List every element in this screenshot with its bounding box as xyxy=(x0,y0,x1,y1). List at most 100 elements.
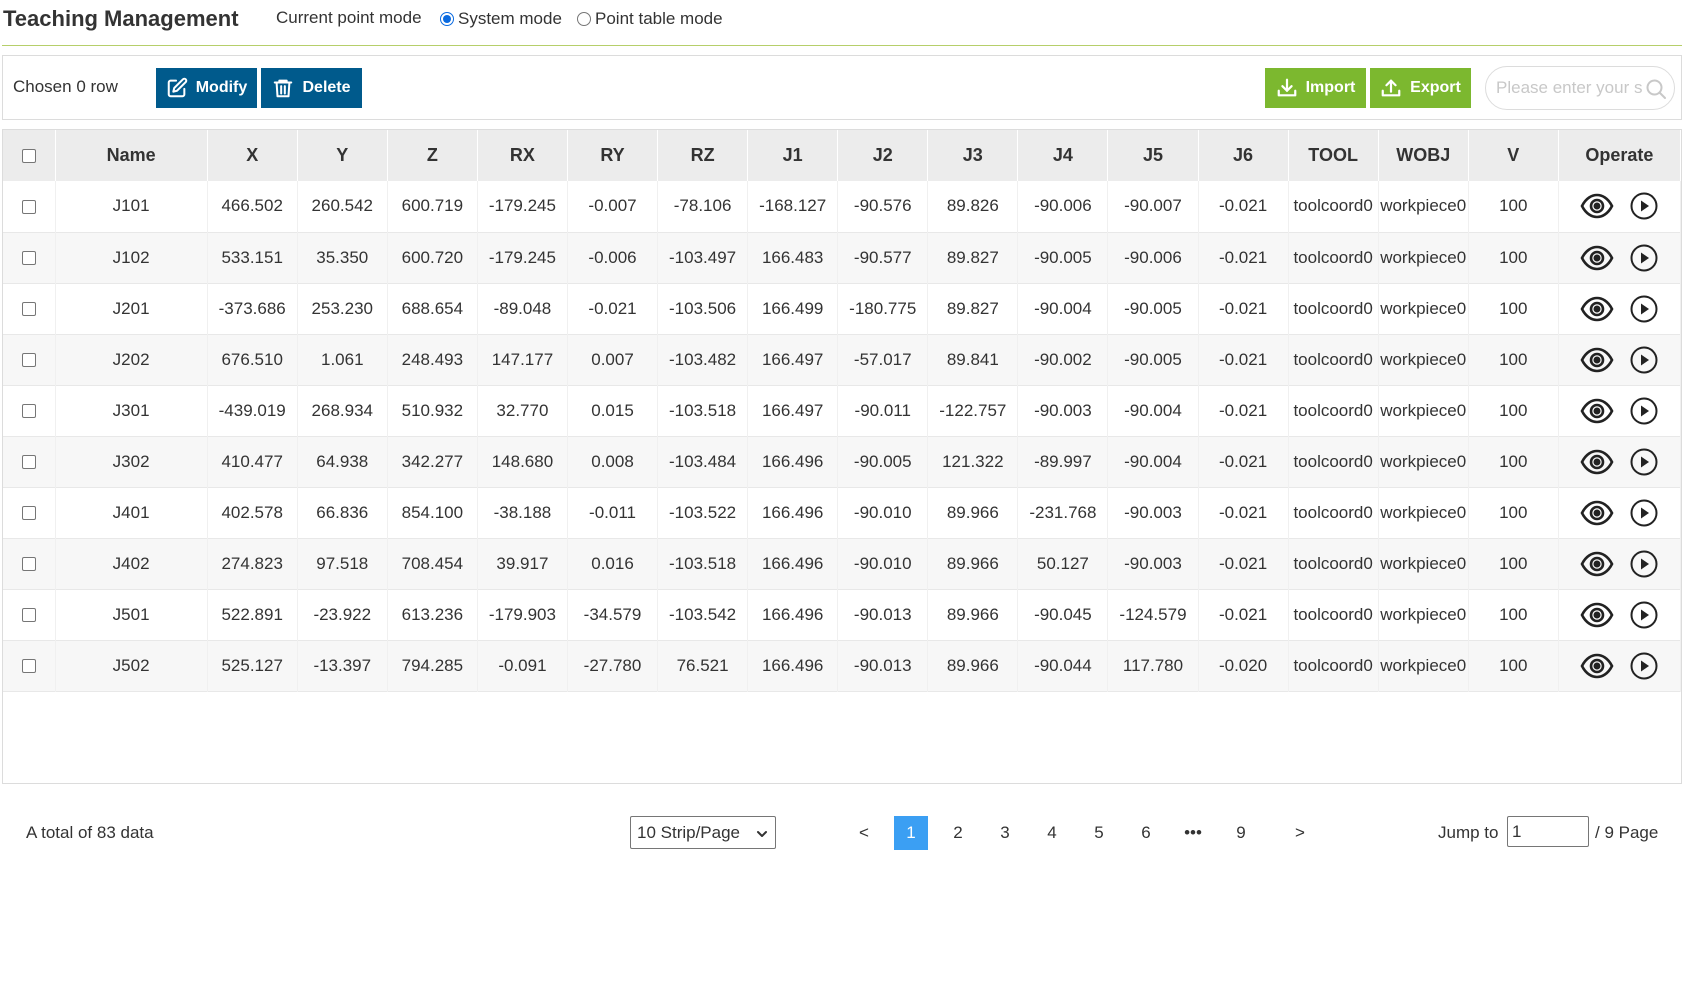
play-icon[interactable] xyxy=(1630,601,1658,629)
cell-z: 600.719 xyxy=(387,181,478,232)
page-button-1[interactable]: 1 xyxy=(894,816,928,850)
play-icon[interactable] xyxy=(1630,550,1658,578)
play-icon[interactable] xyxy=(1630,244,1658,272)
cell-j6: -0.021 xyxy=(1198,181,1289,232)
pagination: A total of 83 data 10 Strip/Page < 12345… xyxy=(0,800,1686,860)
select-all-checkbox[interactable] xyxy=(21,149,36,164)
page-button-6[interactable]: 6 xyxy=(1129,816,1163,850)
cell-x: -439.019 xyxy=(207,385,298,436)
play-icon[interactable] xyxy=(1630,397,1658,425)
play-icon[interactable] xyxy=(1630,652,1658,680)
cell-wobj: workpiece0 xyxy=(1378,181,1469,232)
download-icon xyxy=(1277,78,1296,97)
table-row[interactable]: J102 533.151 35.350 600.720 -179.245 -0.006 -1… xyxy=(3,232,1682,283)
table-row[interactable]: J401 402.578 66.836 854.100 -38.188 -0.011 -10… xyxy=(3,487,1682,538)
column-header-x: X xyxy=(207,130,298,181)
cell-name: J402 xyxy=(55,538,208,589)
chosen-count: Chosen 0 row xyxy=(13,77,118,96)
column-header-operate: Operate xyxy=(1558,130,1682,181)
page-button-2[interactable]: 2 xyxy=(941,816,975,850)
table-row[interactable]: J502 525.127 -13.397 794.285 -0.091 -27.780 76… xyxy=(3,640,1682,691)
modify-button[interactable]: Modify xyxy=(156,68,257,108)
cell-name: J401 xyxy=(55,487,208,538)
column-header-name: Name xyxy=(55,130,208,181)
operate-cell xyxy=(1558,640,1682,691)
cell-j1: 166.497 xyxy=(747,334,839,385)
play-icon[interactable] xyxy=(1630,499,1658,527)
cell-v: 100 xyxy=(1468,385,1559,436)
page-button-4[interactable]: 4 xyxy=(1035,816,1069,850)
row-select-cell xyxy=(3,232,56,283)
radio-unchecked-icon[interactable] xyxy=(577,12,591,26)
cell-j6: -0.021 xyxy=(1198,283,1289,334)
row-checkbox[interactable] xyxy=(21,455,36,470)
eye-icon[interactable] xyxy=(1580,500,1614,526)
table-row[interactable]: J202 676.510 1.061 248.493 147.177 0.007 -103.… xyxy=(3,334,1682,385)
point-table-mode-radio[interactable]: Point table mode xyxy=(577,9,723,29)
table-row[interactable]: J301 -439.019 268.934 510.932 32.770 0.015 -10… xyxy=(3,385,1682,436)
page-button-3[interactable]: 3 xyxy=(988,816,1022,850)
page-button-5[interactable]: 5 xyxy=(1082,816,1116,850)
row-checkbox[interactable] xyxy=(21,251,36,266)
page-ellipsis[interactable]: ••• xyxy=(1176,816,1210,850)
row-checkbox[interactable] xyxy=(21,557,36,572)
next-page-button[interactable]: > xyxy=(1283,816,1317,850)
eye-icon[interactable] xyxy=(1580,602,1614,628)
cell-rz: -103.542 xyxy=(657,589,749,640)
jump-page-input[interactable] xyxy=(1507,816,1589,847)
export-button[interactable]: Export xyxy=(1370,68,1471,108)
play-icon[interactable] xyxy=(1630,448,1658,476)
cell-j5: -90.004 xyxy=(1107,385,1199,436)
cell-rz: -103.497 xyxy=(657,232,749,283)
cell-x: 466.502 xyxy=(207,181,298,232)
import-button[interactable]: Import xyxy=(1265,68,1366,108)
cell-rz: -103.482 xyxy=(657,334,749,385)
eye-icon[interactable] xyxy=(1580,398,1614,424)
eye-icon[interactable] xyxy=(1580,347,1614,373)
page-size-select[interactable]: 10 Strip/Page xyxy=(630,816,776,849)
eye-icon[interactable] xyxy=(1580,193,1614,219)
row-checkbox[interactable] xyxy=(21,353,36,368)
eye-icon[interactable] xyxy=(1580,245,1614,271)
column-header-rz: RZ xyxy=(657,130,749,181)
prev-page-button[interactable]: < xyxy=(847,816,881,850)
table-row[interactable]: J201 -373.686 253.230 688.654 -89.048 -0.021-… xyxy=(3,283,1682,334)
toolbar: Chosen 0 row Modify Delete Import Export… xyxy=(2,55,1682,120)
row-checkbox[interactable] xyxy=(21,404,36,419)
table-row[interactable]: J101 466.502 260.542 600.719 -179.245 -0.007-… xyxy=(3,181,1682,232)
cell-ry: -0.011 xyxy=(567,487,659,538)
play-icon[interactable] xyxy=(1630,295,1658,323)
system-mode-radio[interactable]: System mode xyxy=(440,9,562,29)
play-icon[interactable] xyxy=(1630,346,1658,374)
operate-cell xyxy=(1558,538,1682,589)
operate-cell xyxy=(1558,589,1682,640)
cell-rz: -103.484 xyxy=(657,436,749,487)
cell-rx: 148.680 xyxy=(477,436,568,487)
cell-x: -373.686 xyxy=(207,283,298,334)
row-checkbox[interactable] xyxy=(21,302,36,317)
cell-j6: -0.020 xyxy=(1198,640,1289,691)
point-table-mode-label: Point table mode xyxy=(595,9,723,28)
search-input[interactable] xyxy=(1496,78,1646,98)
table-row[interactable]: J302 410.477 64.938 342.277 148.680 0.008 -103… xyxy=(3,436,1682,487)
row-checkbox[interactable] xyxy=(21,506,36,521)
delete-button[interactable]: Delete xyxy=(261,68,362,108)
row-checkbox[interactable] xyxy=(21,659,36,674)
eye-icon[interactable] xyxy=(1580,296,1614,322)
table-header-row: Name X Y Z RX RY RZ J1 J2 J3 J4 J5 J6 TOOL WOBJ V Operat… xyxy=(3,130,1682,181)
search-icon[interactable] xyxy=(1644,77,1668,101)
cell-j2: -90.576 xyxy=(837,181,929,232)
table-row[interactable]: J402 274.823 97.518 708.454 39.917 0.016 -103.… xyxy=(3,538,1682,589)
eye-icon[interactable] xyxy=(1580,653,1614,679)
cell-z: 688.654 xyxy=(387,283,478,334)
play-icon[interactable] xyxy=(1630,192,1658,220)
radio-checked-icon[interactable] xyxy=(440,12,454,26)
eye-icon[interactable] xyxy=(1580,449,1614,475)
cell-z: 600.720 xyxy=(387,232,478,283)
cell-v: 100 xyxy=(1468,538,1559,589)
eye-icon[interactable] xyxy=(1580,551,1614,577)
table-row[interactable]: J501 522.891 -23.922 613.236 -179.903 -34.579… xyxy=(3,589,1682,640)
row-checkbox[interactable] xyxy=(21,199,36,214)
row-checkbox[interactable] xyxy=(21,608,36,623)
page-button-9[interactable]: 9 xyxy=(1224,816,1258,850)
